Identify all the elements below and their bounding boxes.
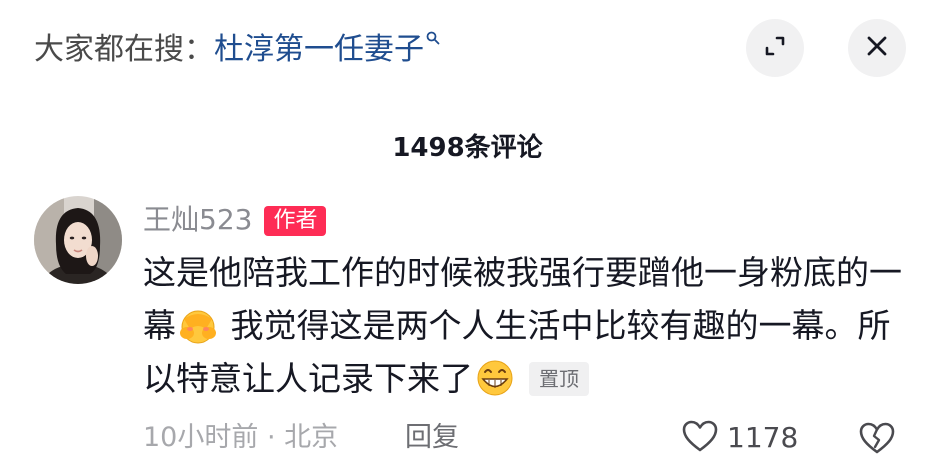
comment-time-location: 10小时前 · 北京 [143,416,338,460]
broken-heart-icon [857,422,897,460]
search-suggestion-prefix: 大家都在搜： [34,32,214,67]
close-icon [865,34,889,62]
reply-button[interactable]: 回复 [405,416,459,460]
like-count: 1178 [727,421,799,454]
grinning-face-emoji [473,358,517,398]
comment-time: 10小时前 [143,422,259,453]
comment-author-row: 王灿523 作者 [143,198,923,242]
author-name[interactable]: 王灿523 [143,200,252,240]
comment-location: 北京 [284,422,339,453]
comment: 王灿523 作者 这是他陪我工作的时候被我强行要蹭他一身粉底的一幕 我觉得这是两… [143,198,923,405]
comment-count-title: 1498条评论 [392,133,543,163]
search-suggestion-term[interactable]: 杜淳第一任妻子 [214,32,424,67]
search-icon[interactable] [426,14,440,45]
close-button[interactable] [848,19,906,77]
pinned-tag: 置顶 [529,362,589,396]
author-badge: 作者 [264,206,327,236]
heart-outline-icon [681,419,719,457]
dislike-button[interactable] [857,420,897,456]
search-suggestion[interactable]: 大家都在搜：杜淳第一任妻子 [34,28,440,72]
comment-meta-row: 10小时前 · 北京 回复 1178 [143,416,923,460]
comment-text[interactable]: 这是他陪我工作的时候被我强行要蹭他一身粉底的一幕 我觉得这是两个人生活中比较有趣… [143,246,903,405]
top-bar: 大家都在搜：杜淳第一任妻子 [0,0,935,100]
avatar[interactable] [34,196,122,284]
expand-icon [762,33,788,63]
like-button[interactable]: 1178 [681,416,798,460]
expand-button[interactable] [746,19,804,77]
shy-covering-face-emoji [176,305,220,345]
meta-separator: · [266,422,276,453]
